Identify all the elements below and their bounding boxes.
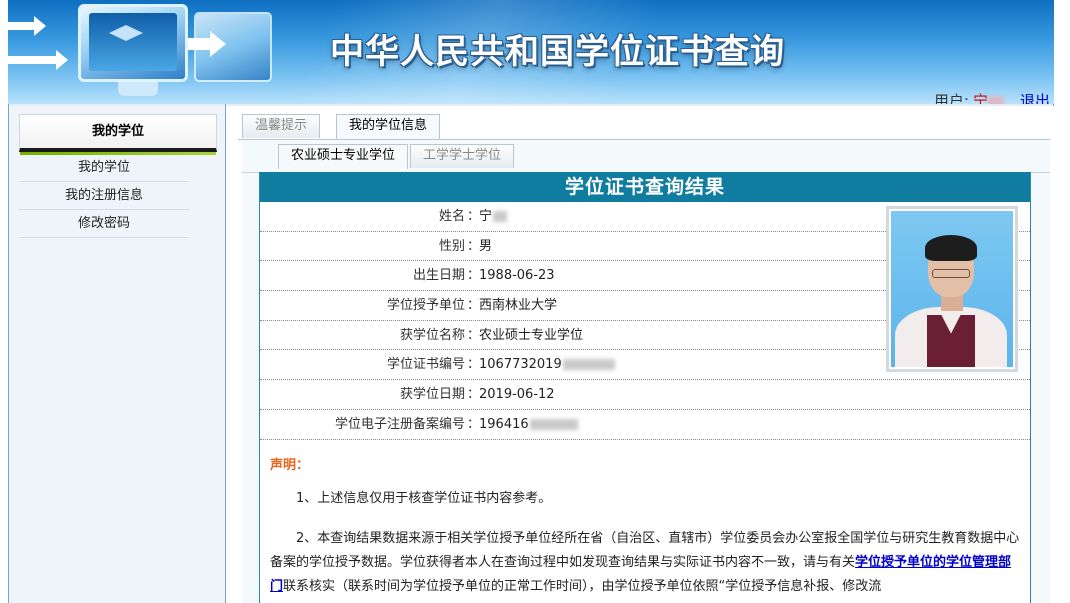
field-value-text: 宁 — [479, 209, 493, 224]
sidebar-menu: 我的学位 我的注册信息 修改密码 — [19, 154, 189, 238]
query-result-card: 学位证书查询结果 姓名 ： 宁 性别 ： 男 出生日期 ： 1988-06-23 — [259, 172, 1031, 603]
subtab-eng-bachelor[interactable]: 工学学士学位 — [410, 144, 515, 168]
field-value-gender: 男 — [479, 238, 493, 254]
redacted-mask — [529, 418, 578, 430]
field-label: 学位电子注册备案编号 — [334, 416, 465, 432]
field-row-registration-no: 学位电子注册备案编号 ： 196416 — [260, 410, 1030, 440]
field-value-degree-name: 农业硕士专业学位 — [479, 327, 584, 343]
notice-text: 联系核实（联系时间为学位授予单位的正常工作时间），由学位授予单位依照“学位授予信… — [283, 578, 882, 594]
sidebar-item-change-password[interactable]: 修改密码 — [19, 210, 189, 238]
photo-image — [891, 211, 1013, 367]
field-value-institution: 西南林业大学 — [479, 298, 558, 314]
id-photo — [886, 206, 1018, 372]
main-panel: 温馨提示 我的学位信息 农业硕士专业学位 工学学士学位 学位证书查询结果 姓名 … — [226, 106, 1054, 603]
field-label: 姓名 — [438, 209, 465, 224]
site-title: 中华人民共和国学位证书查询 — [330, 32, 785, 72]
monitor-screen — [89, 13, 177, 71]
field-label: 获学位名称 — [399, 327, 465, 343]
sidebar: 我的学位 我的学位 我的注册信息 修改密码 — [9, 106, 225, 603]
redacted-mask — [493, 211, 508, 222]
photo-glasses — [932, 269, 970, 278]
field-value-certificate-no: 1067732019 — [479, 350, 615, 379]
notice-section: 声明： 1、上述信息仅用于核查学位证书内容参考。 2、本查询结果数据来源于相关学… — [260, 440, 1030, 599]
site-header: 中华人民共和国学位证书查询 — [8, 0, 1054, 104]
subtab-agri-master[interactable]: 农业硕士专业学位 — [278, 144, 409, 169]
notice-paragraph-1: 1、上述信息仅用于核查学位证书内容参考。 — [296, 490, 552, 506]
field-label: 性别 — [438, 238, 465, 254]
field-value-registration-no: 196416 — [479, 410, 578, 439]
field-row-degree-date: 获学位日期 ： 2019-06-12 — [260, 380, 1030, 410]
sidebar-item-my-degree[interactable]: 我的学位 — [19, 154, 189, 182]
field-value-birthdate: 1988-06-23 — [479, 268, 555, 284]
field-label: 出生日期 — [412, 268, 465, 284]
field-value-text: 196416 — [479, 416, 529, 432]
field-label: 学位证书编号 — [386, 357, 465, 373]
tab-tips[interactable]: 温馨提示 — [242, 114, 321, 138]
monitor-stand — [118, 82, 158, 96]
sidebar-item-registration-info[interactable]: 我的注册信息 — [19, 182, 189, 210]
field-value-degree-date: 2019-06-12 — [479, 387, 555, 403]
field-label: 获学位日期 — [399, 387, 465, 403]
result-title: 学位证书查询结果 — [260, 172, 1030, 202]
redacted-mask — [562, 359, 615, 371]
photo-hair — [925, 235, 977, 261]
notice-title: 声明： — [270, 457, 310, 473]
field-value-name: 宁 — [479, 202, 508, 231]
arrow-decoration — [8, 16, 46, 36]
notice-paragraph-2: 2、本查询结果数据来源于相关学位授予单位经所在省（自治区、直辖市）学位委员会办公… — [270, 527, 1020, 599]
field-value-text: 1067732019 — [479, 357, 562, 373]
tab-my-degree-info[interactable]: 我的学位信息 — [336, 114, 441, 139]
arrow-decoration — [8, 50, 68, 70]
arrow-decoration — [188, 31, 226, 57]
sidebar-heading[interactable]: 我的学位 — [19, 114, 217, 155]
monitor-graphic — [78, 4, 188, 82]
field-label: 学位授予单位 — [386, 298, 465, 314]
